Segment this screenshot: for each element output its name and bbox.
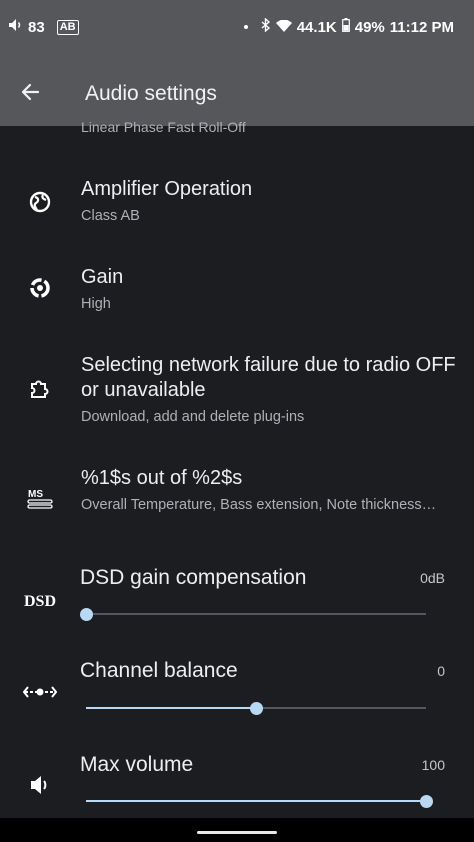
bluetooth-icon bbox=[261, 17, 271, 36]
arrow-left-icon bbox=[21, 83, 40, 101]
wifi-icon bbox=[275, 19, 292, 36]
clock: 11:12 PM bbox=[389, 18, 454, 36]
slider-thumb[interactable] bbox=[419, 794, 433, 808]
dsd-gain-slider[interactable] bbox=[79, 607, 426, 621]
setting-sound-profile[interactable]: MS %1$s out of %2$s Overall Temperature,… bbox=[0, 450, 474, 550]
setting-title: Amplifier Operation bbox=[81, 178, 253, 200]
setting-title: Selecting network failure due to radio O… bbox=[81, 354, 456, 401]
setting-subtitle: High bbox=[81, 296, 111, 312]
slider-value: 0 bbox=[437, 663, 445, 679]
setting-amplifier-operation[interactable]: Amplifier Operation Class AB bbox=[0, 160, 474, 245]
slider-title: Channel balance bbox=[80, 659, 238, 682]
home-indicator[interactable] bbox=[197, 831, 277, 834]
sample-rate: 44.1K bbox=[296, 18, 337, 36]
battery-icon bbox=[341, 18, 350, 36]
setting-subtitle: Download, add and delete plug-ins bbox=[81, 409, 305, 425]
slider-title: DSD gain compensation bbox=[80, 566, 307, 589]
setting-subtitle: Overall Temperature, Bass extension, Not… bbox=[81, 497, 437, 513]
slider-value: 100 bbox=[421, 757, 445, 773]
setting-dsd-gain: DSD DSD gain compensation 0dB bbox=[0, 558, 474, 638]
slider-thumb[interactable] bbox=[79, 607, 93, 621]
setting-max-volume: Max volume 100 bbox=[0, 745, 474, 820]
filter-setting-subtitle: Linear Phase Fast Roll-Off bbox=[81, 119, 246, 135]
balance-icon bbox=[22, 676, 58, 708]
setting-channel-balance: Channel balance 0 bbox=[0, 652, 474, 732]
setting-title: %1$s out of %2$s bbox=[81, 467, 243, 489]
setting-plugins[interactable]: Selecting network failure due to radio O… bbox=[0, 337, 474, 437]
notification-dot bbox=[243, 25, 248, 29]
speaker-icon bbox=[24, 769, 56, 801]
battery-level: 49% bbox=[354, 18, 385, 36]
puzzle-icon bbox=[24, 372, 56, 404]
globe-icon bbox=[24, 186, 56, 218]
max-volume-slider[interactable] bbox=[86, 794, 433, 808]
navigation-bar bbox=[0, 818, 474, 842]
dsd-icon: DSD bbox=[23, 593, 56, 610]
page-title: Audio settings bbox=[85, 82, 217, 105]
slider-fill bbox=[86, 707, 256, 709]
svg-text:MS: MS bbox=[28, 489, 43, 500]
slider-title: Max volume bbox=[80, 753, 194, 776]
setting-subtitle: Class AB bbox=[81, 208, 140, 224]
volume-icon bbox=[8, 18, 24, 36]
slider-thumb[interactable] bbox=[249, 701, 263, 715]
mode-badge: AB bbox=[56, 19, 79, 35]
slider-fill bbox=[86, 800, 426, 802]
slider-value: 0dB bbox=[420, 570, 445, 586]
setting-title: Gain bbox=[81, 266, 124, 288]
volume-level: 83 bbox=[28, 18, 45, 36]
setting-gain[interactable]: Gain High bbox=[0, 248, 474, 333]
ms-logo-icon: MS bbox=[24, 483, 56, 515]
back-button[interactable] bbox=[16, 78, 48, 106]
status-bar: 83 AB 44.1K 49% 11:12 PM bbox=[0, 0, 474, 56]
gain-icon bbox=[24, 272, 56, 304]
channel-balance-slider[interactable] bbox=[86, 701, 426, 715]
app-bar: Audio settings bbox=[0, 56, 474, 126]
